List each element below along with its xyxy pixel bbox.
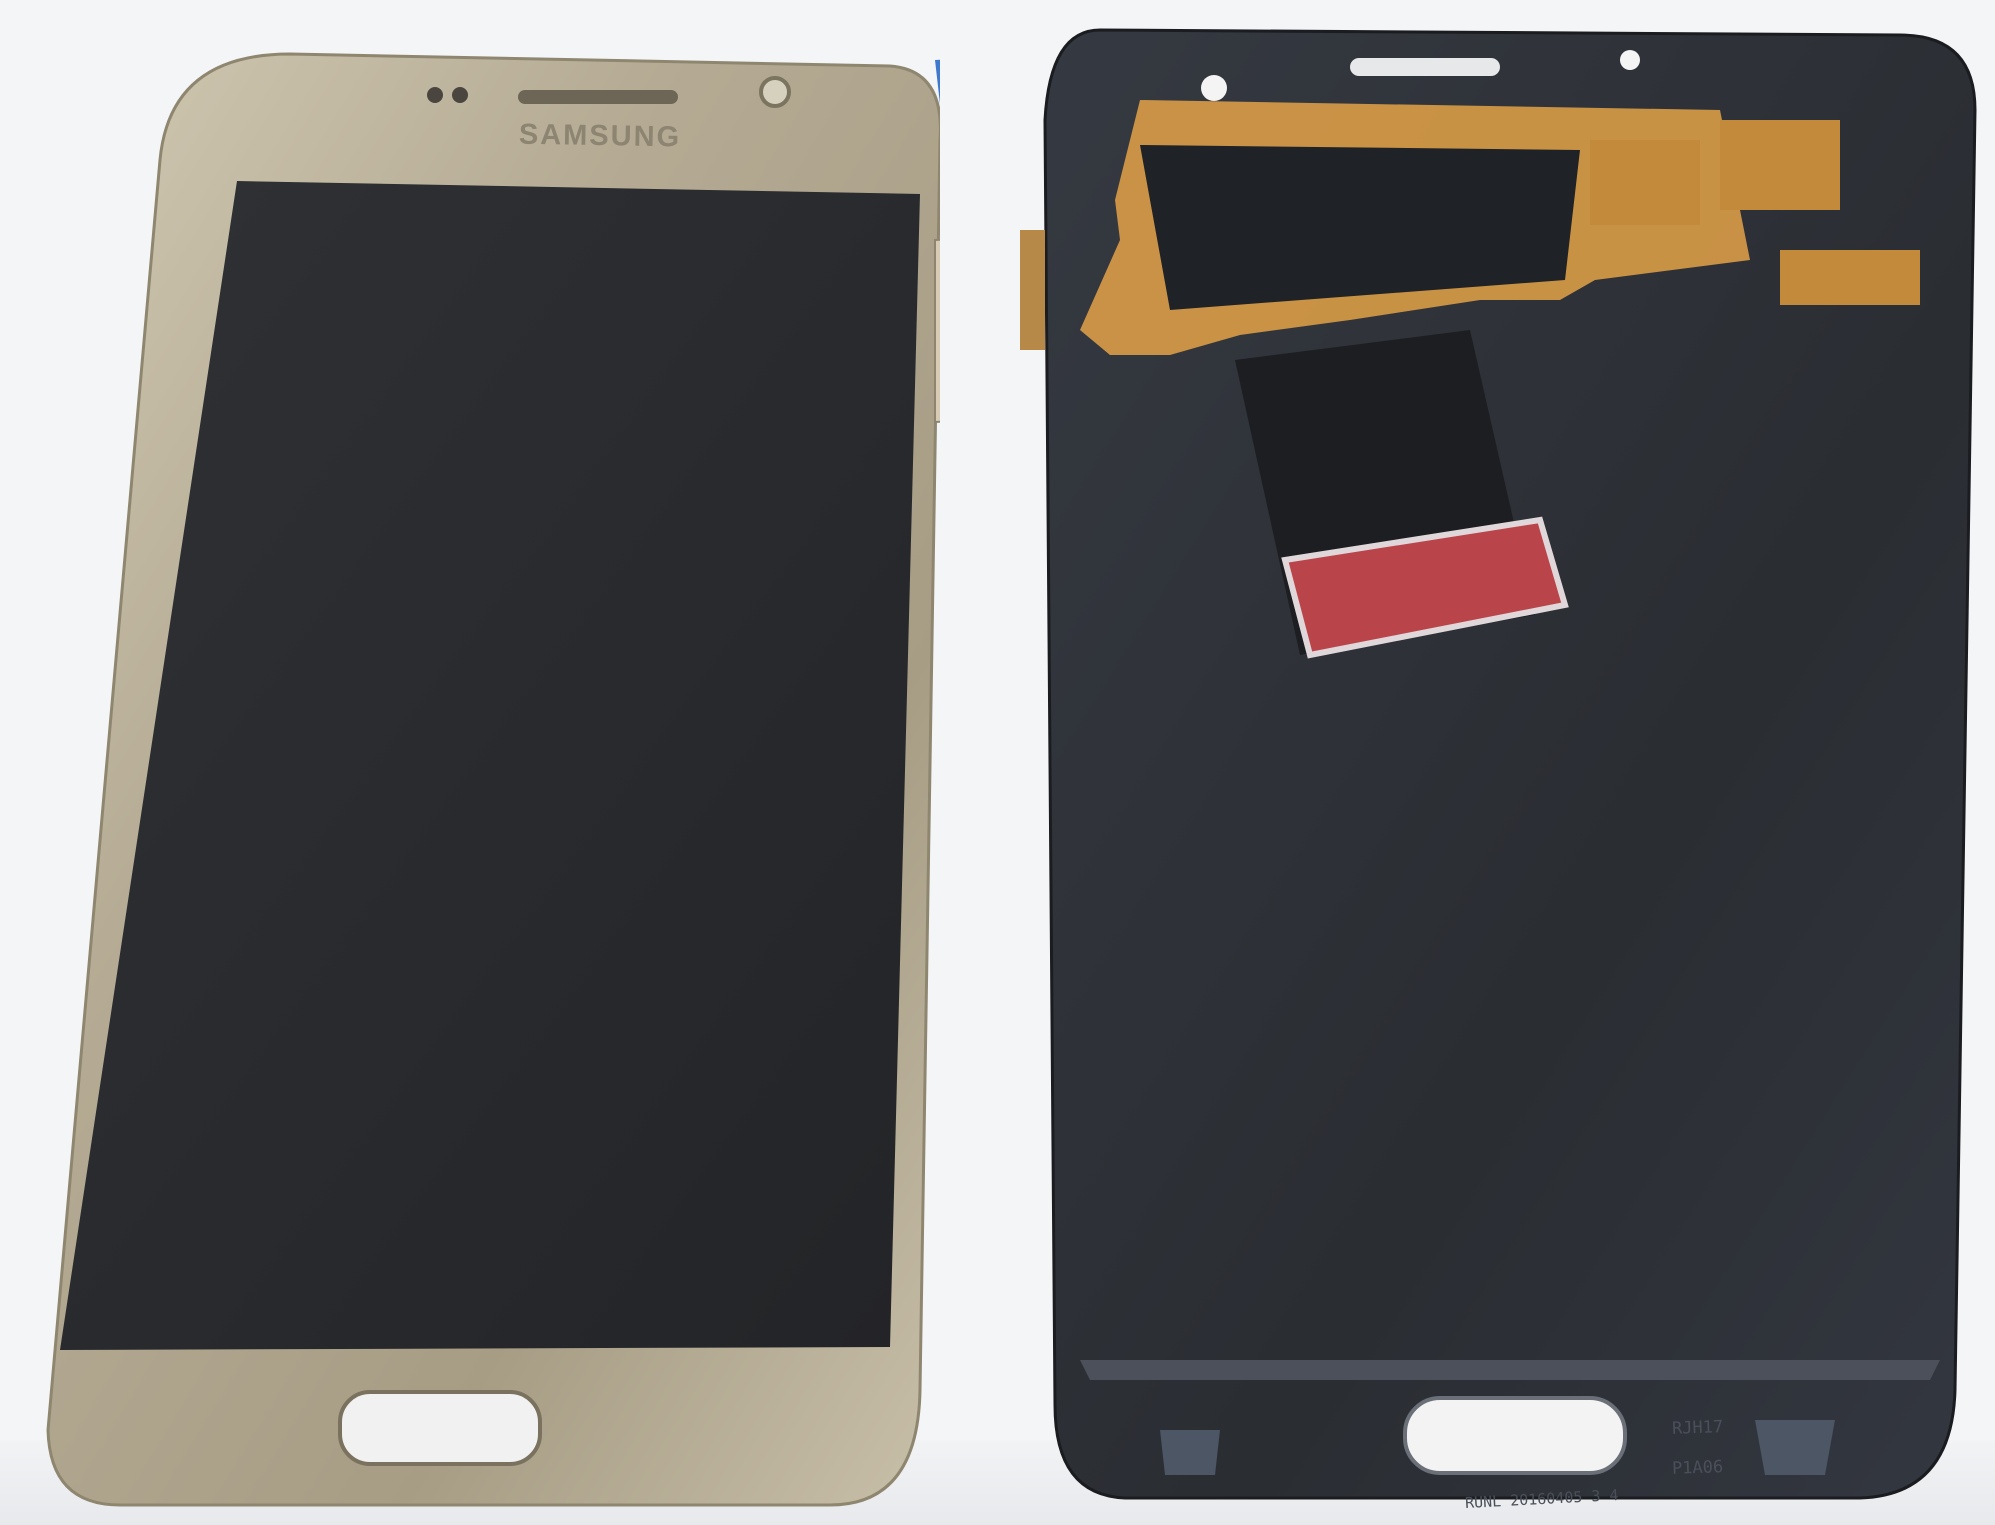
connector (1020, 230, 1045, 350)
display-back: RJH17 P1A06 RUNL 20160405 3 4 (1020, 0, 1990, 1512)
home-button-cutout (1403, 1396, 1627, 1475)
camera-hole (1620, 50, 1640, 70)
metal-trim (1080, 1360, 1940, 1380)
home-button-cutout (338, 1390, 542, 1466)
side-flex (934, 238, 940, 424)
connector (1780, 250, 1920, 305)
sensor-dot (427, 87, 443, 103)
display-front-graphic (46, 52, 940, 1507)
back-code-line: P1A06 (1671, 1457, 1724, 1479)
ic-chip (1590, 140, 1700, 225)
right-key-cutout (1755, 1420, 1835, 1475)
product-photo: SAMSUNG RJH17 P1A06 RUNL 20160405 3 4 (0, 0, 1995, 1525)
top-slot (1350, 58, 1500, 76)
sensor-hole (1201, 75, 1227, 101)
sensor-dot (452, 87, 468, 103)
display-back-graphic (1020, 28, 1977, 1500)
display-front: SAMSUNG (40, 50, 940, 1510)
brand-logo: SAMSUNG (518, 118, 682, 154)
front-camera (759, 76, 791, 108)
left-key-cutout (1160, 1430, 1220, 1475)
ic-chip (1720, 120, 1840, 210)
back-code-line: RJH17 (1671, 1417, 1724, 1439)
earpiece (518, 90, 678, 104)
